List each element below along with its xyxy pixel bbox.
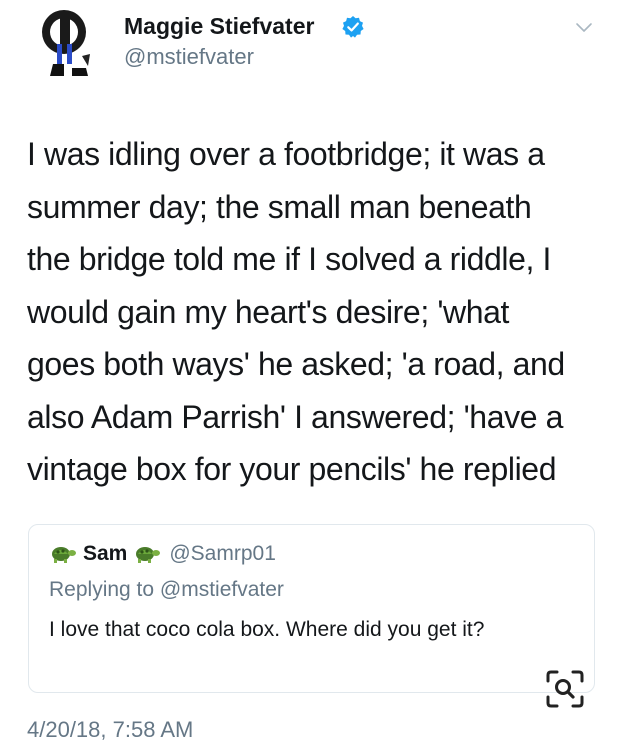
tweet-line: goes both ways' he asked; 'a road, and (27, 346, 565, 382)
tweet-line: summer day; the small man beneath (27, 188, 532, 225)
tweet-text: I was idling over a footbridge; it was a… (27, 128, 602, 496)
tweet-line: vintage box for your pencils' he replied (27, 451, 557, 487)
tweet-line: the bridge told me if I solved a riddle,… (27, 241, 551, 277)
replying-prefix: Replying to (49, 578, 155, 601)
author-handle[interactable]: @mstiefvater (124, 44, 254, 70)
tweet-line: I was idling over a footbridge; it was a (27, 136, 545, 172)
verified-badge-icon (342, 16, 364, 38)
tweet-line: also Adam Parrish' I answered; 'have a (27, 398, 563, 435)
replying-to: Replying to @mstiefvater (49, 578, 284, 602)
quoted-author-row: Sam @Samrp01 (49, 539, 276, 569)
tweet-screenshot: Maggie Stiefvater @mstiefvater I was idl… (0, 0, 621, 750)
chevron-down-icon[interactable] (574, 18, 594, 38)
replying-to-link[interactable]: @mstiefvater (160, 578, 284, 601)
quoted-tweet-card[interactable]: Sam @Samrp01 Replying to @mstiefvater I … (28, 524, 595, 693)
tweet-timestamp[interactable]: 4/20/18, 7:58 AM (27, 717, 193, 743)
quoted-author-name[interactable]: Sam (83, 542, 127, 566)
avatar[interactable] (40, 6, 100, 78)
visual-search-icon[interactable] (544, 668, 586, 710)
tweet-line: would gain my heart's desire; 'what (27, 293, 510, 330)
quoted-tweet-text: I love that coco cola box. Where did you… (49, 618, 485, 641)
quoted-author-handle[interactable]: @Samrp01 (169, 542, 276, 566)
author-name[interactable]: Maggie Stiefvater (124, 13, 314, 40)
tweet-header: Maggie Stiefvater @mstiefvater (0, 0, 621, 90)
turtle-icon (136, 547, 161, 563)
turtle-icon (52, 547, 76, 563)
